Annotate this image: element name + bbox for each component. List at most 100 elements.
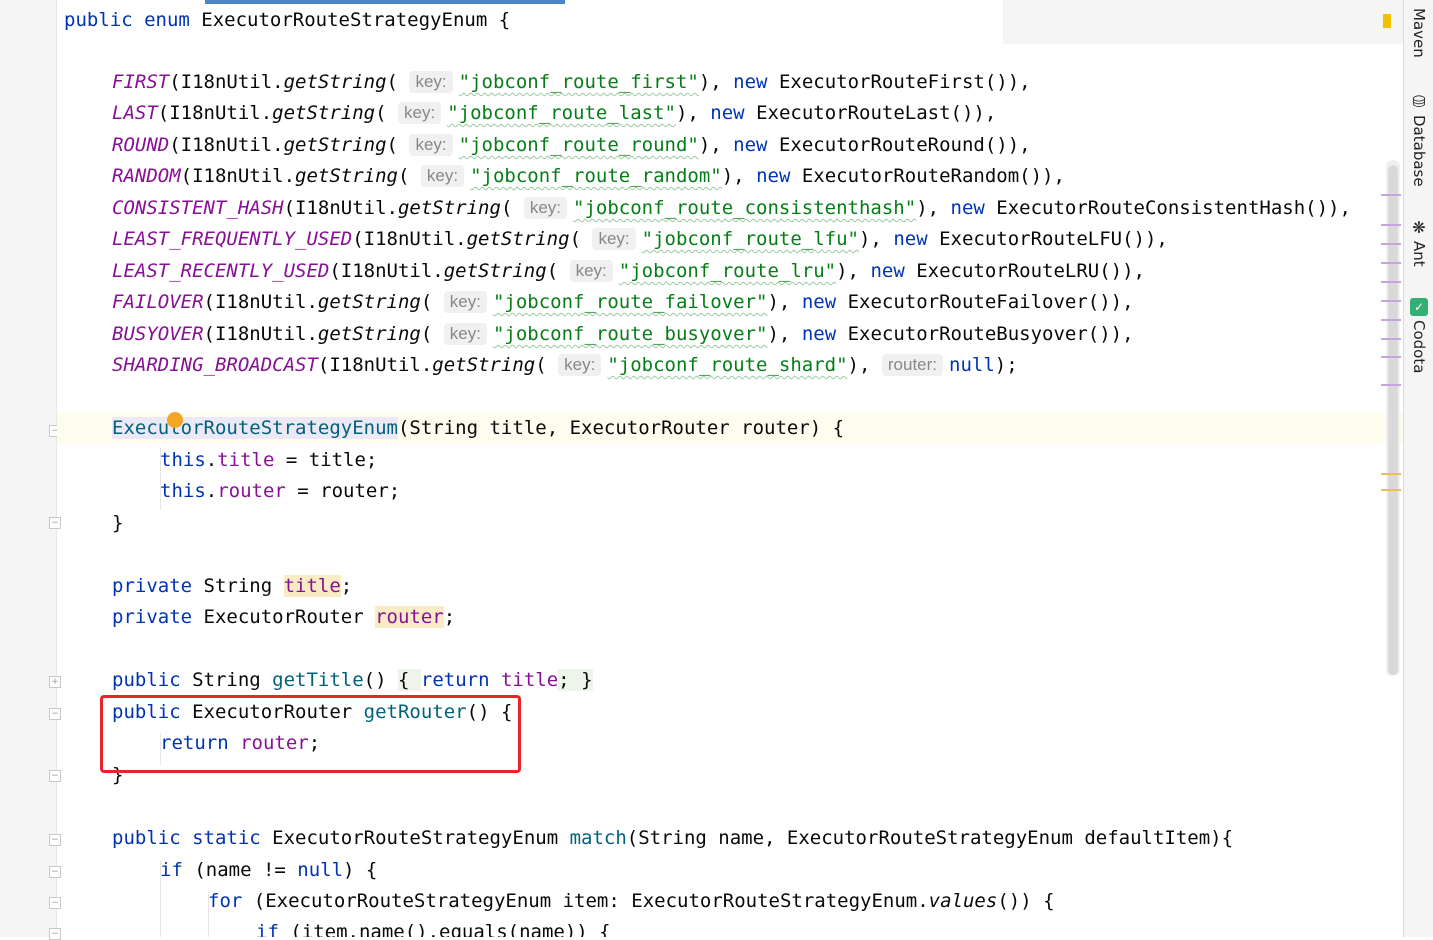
condition: (item.name().equals(name)) {	[278, 921, 611, 937]
code-line-assign-title[interactable]: this.title = title;	[160, 445, 377, 476]
string-literal: "jobconf_route_lfu"	[641, 228, 859, 250]
dot: .	[205, 480, 218, 502]
code-line-enum-constant[interactable]: FAILOVER(I18nUtil.getString( key: "jobcon…	[112, 287, 1134, 318]
enum-constant-name: LEAST_RECENTLY_USED	[112, 260, 330, 282]
folded-brace-close[interactable]: }	[581, 669, 593, 691]
code-line-get-title[interactable]: public String getTitle() { return title;…	[112, 665, 593, 696]
tool-codota[interactable]: ✓ Codota	[1406, 298, 1432, 377]
keyword-null: null	[297, 859, 344, 881]
tool-label: Maven	[1410, 8, 1428, 58]
database-icon: ⛁	[1412, 92, 1426, 111]
code-line-if[interactable]: if (name != null) {	[160, 855, 377, 886]
type: String	[192, 575, 284, 597]
tool-maven[interactable]: Maven	[1406, 8, 1432, 62]
keyword-this: this	[160, 449, 206, 471]
right-tool-window-bar: Maven ⛁ Database ❋ Ant ✓ Codota	[1403, 0, 1433, 937]
code-line-enum-constant[interactable]: FIRST(I18nUtil.getString( key: "jobconf_r…	[112, 67, 1031, 98]
string-literal: "jobconf_route_first"	[458, 71, 699, 93]
keyword-if: if	[160, 859, 183, 881]
enum-constant-name: FAILOVER	[112, 291, 204, 313]
keyword-new: new	[801, 323, 837, 345]
constructor-params: (String title, ExecutorRouter router) {	[397, 417, 845, 439]
punctuation: {	[487, 9, 511, 31]
code-line-enum-constant[interactable]: BUSYOVER(I18nUtil.getString( key: "jobcon…	[112, 319, 1134, 350]
code-line-enum-constant[interactable]: ROUND(I18nUtil.getString( key: "jobconf_r…	[112, 130, 1031, 161]
code-line-close-brace[interactable]: }	[112, 508, 123, 539]
method-call: getString	[283, 134, 387, 156]
error-stripe-mark[interactable]	[1381, 262, 1401, 264]
error-stripe-mark[interactable]	[1381, 300, 1401, 302]
string-literal: "jobconf_route_shard"	[607, 354, 848, 376]
field-ref: title	[489, 669, 559, 691]
folded-brace-open[interactable]: {	[398, 669, 421, 691]
enum-constant-name: RANDOM	[112, 165, 181, 187]
warning-stripe-mark[interactable]	[1381, 473, 1401, 475]
call-prefix: (I18nUtil.	[352, 228, 467, 250]
code-line-enum-constant[interactable]: LEAST_RECENTLY_USED(I18nUtil.getString( …	[112, 256, 1145, 287]
code-line-enum-constant[interactable]: SHARDING_BROADCAST(I18nUtil.getString( k…	[112, 350, 1018, 381]
constructor-name: ExecutorRouteStrategyEnum	[112, 417, 398, 439]
method-call: getString	[466, 228, 570, 250]
error-stripe-mark[interactable]	[1381, 224, 1401, 226]
error-stripe-mark[interactable]	[1381, 338, 1401, 340]
code-line-match-decl[interactable]: public static ExecutorRouteStrategyEnum …	[112, 823, 1233, 854]
call-prefix: (I18nUtil.	[169, 134, 284, 156]
assign-rest: = router;	[285, 480, 401, 502]
parameter-hint: key:	[558, 354, 602, 376]
enum-constant-name: LEAST_FREQUENTLY_USED	[112, 228, 353, 250]
code-line-field-title[interactable]: private String title;	[112, 571, 352, 602]
code-line-constructor[interactable]: ExecutorRouteStrategyEnum(String title, …	[112, 413, 844, 444]
error-stripe-mark[interactable]	[1381, 194, 1401, 196]
for-end: ()) {	[997, 890, 1055, 912]
dot: .	[205, 449, 218, 471]
code-line-field-router[interactable]: private ExecutorRouter router;	[112, 602, 455, 633]
keyword: private	[112, 575, 193, 597]
tool-database[interactable]: ⛁ Database	[1406, 92, 1432, 191]
field-ref: router	[217, 480, 286, 502]
keyword-for: for	[208, 890, 243, 912]
code-line-enum-decl[interactable]: public enum ExecutorRouteStrategyEnum {	[64, 5, 510, 36]
tool-label: Ant	[1410, 241, 1428, 267]
field-name: router	[375, 606, 444, 628]
keyword-new: new	[733, 71, 768, 93]
call-prefix: (I18nUtil.	[169, 71, 284, 93]
editor-gutter[interactable]	[0, 0, 56, 937]
string-literal: "jobconf_route_consistenthash"	[573, 197, 917, 219]
type: ExecutorRouter	[192, 606, 376, 628]
error-stripe-mark[interactable]	[1381, 243, 1401, 245]
folded-semicolon: ;	[558, 669, 582, 691]
type: ExecutorRouteStrategyEnum	[260, 827, 570, 849]
method-call: getString	[272, 102, 376, 124]
enum-constant-name: CONSISTENT_HASH	[112, 197, 284, 219]
code-line-enum-constant[interactable]: RANDOM(I18nUtil.getString( key: "jobconf_…	[112, 161, 1065, 192]
error-stripe-mark[interactable]	[1381, 384, 1401, 386]
method-name: match	[569, 827, 627, 849]
keyword-new: new	[950, 197, 985, 219]
inspection-warning-icon[interactable]	[1383, 14, 1391, 28]
active-tab-indicator	[205, 0, 565, 4]
string-literal: "jobconf_route_last"	[447, 102, 676, 124]
intention-bulb-icon[interactable]	[167, 412, 183, 428]
code-line-inner-if[interactable]: if (item.name().equals(name)) {	[256, 917, 611, 937]
warning-stripe-mark[interactable]	[1381, 489, 1401, 491]
tool-ant[interactable]: ❋ Ant	[1406, 218, 1432, 271]
code-line-enum-constant[interactable]: LAST(I18nUtil.getString( key: "jobconf_ro…	[112, 98, 996, 129]
code-editor[interactable]: public enum ExecutorRouteStrategyEnum { …	[57, 0, 1403, 937]
parameter-hint: router:	[881, 354, 944, 376]
code-line-enum-constant[interactable]: CONSISTENT_HASH(I18nUtil.getString( key:…	[112, 193, 1351, 224]
tool-label: Database	[1410, 115, 1428, 187]
keyword: private	[112, 606, 193, 628]
method-call: getString	[295, 165, 398, 187]
code-line-assign-router[interactable]: this.router = router;	[160, 476, 400, 507]
call-prefix: (I18nUtil.	[203, 323, 318, 345]
vertical-scrollbar-thumb[interactable]	[1388, 165, 1398, 675]
type: String	[180, 669, 273, 691]
error-stripe-mark[interactable]	[1381, 281, 1401, 283]
keyword-if: if	[256, 921, 279, 937]
method-call: getString	[443, 260, 547, 282]
error-stripe-mark[interactable]	[1381, 319, 1401, 321]
error-stripe-mark[interactable]	[1381, 356, 1401, 358]
parameter-hint: key:	[523, 197, 568, 219]
code-line-for[interactable]: for (ExecutorRouteStrategyEnum item: Exe…	[208, 886, 1055, 917]
code-line-enum-constant[interactable]: LEAST_FREQUENTLY_USED(I18nUtil.getString…	[112, 224, 1168, 255]
